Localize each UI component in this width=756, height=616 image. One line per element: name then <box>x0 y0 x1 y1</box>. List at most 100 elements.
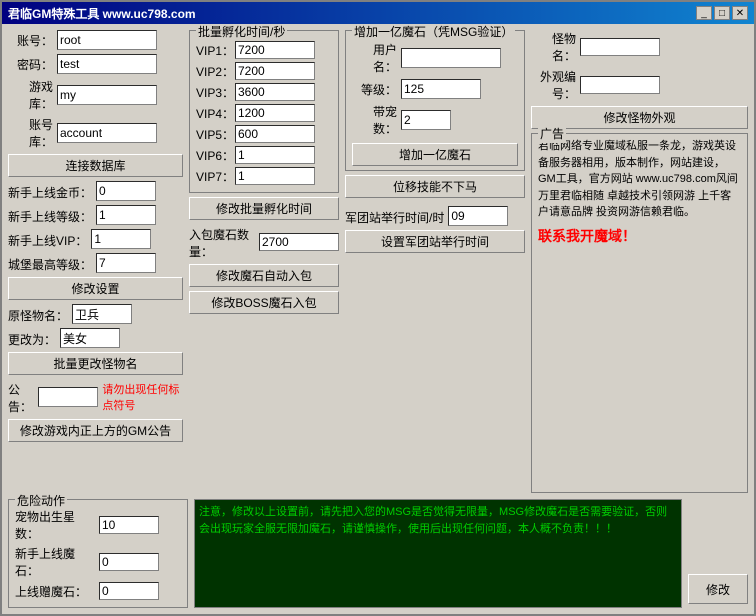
monster-name-row: 怪物名： <box>531 30 748 64</box>
account-row: 账号： <box>8 30 183 50</box>
danger-group: 危险动作 宠物出生星数： 新手上线魔石： 上线赠魔石： <box>8 499 188 608</box>
original-monster-label: 原怪物名： <box>8 307 68 324</box>
ad-text: 君临网络专业魔域私服一条龙，游戏英设备服务器相用，版本制作，网站建设，GM工具，… <box>538 138 741 221</box>
left-column: 账号： 密码： 游戏库： 账号库： 连接数据库 新手上线金币： 新手上线等级： <box>8 30 183 493</box>
vip5-label: VIP5： <box>196 126 231 143</box>
vip3-label: VIP3： <box>196 84 231 101</box>
castle-max-label: 城堡最高等级： <box>8 256 92 273</box>
gamedb-row: 游戏库： <box>8 78 183 112</box>
newbie-vip-input[interactable] <box>91 229 151 249</box>
bottom-area: 危险动作 宠物出生星数： 新手上线魔石： 上线赠魔石： 注意，修改以上设置前，请… <box>2 499 754 614</box>
vip1-input[interactable] <box>235 41 315 59</box>
online-gift-input[interactable] <box>99 582 159 600</box>
change-to-input[interactable] <box>60 328 120 348</box>
monster-name-input[interactable] <box>580 38 660 56</box>
pet-stars-label: 宠物出生星数： <box>15 508 95 542</box>
announce-input[interactable] <box>38 387 98 407</box>
add-magic-group: 增加一亿魔石（凭MSG验证） 用户名： 等级： 带宠数： 增加一亿魔石 <box>345 30 525 171</box>
vip7-row: VIP7： <box>196 167 332 185</box>
newbie-level-row: 新手上线等级： <box>8 205 183 225</box>
vip7-label: VIP7： <box>196 168 231 185</box>
castle-max-input[interactable] <box>96 253 156 273</box>
newbie-level-label: 新手上线等级： <box>8 208 92 225</box>
maximize-button[interactable]: □ <box>714 6 730 20</box>
newbie-vip-row: 新手上线VIP： <box>8 229 183 249</box>
set-army-button[interactable]: 设置军团站举行时间 <box>345 230 525 253</box>
modify-auto-magic-button[interactable]: 修改魔石自动入包 <box>189 264 339 287</box>
password-input[interactable] <box>57 54 157 74</box>
vip4-label: VIP4： <box>196 105 231 122</box>
vip4-row: VIP4： <box>196 104 332 122</box>
announce-row: 公告： 请勿出现任何标点符号 <box>8 379 183 415</box>
newbie-magic-input[interactable] <box>99 553 159 571</box>
online-gift-label: 上线赠魔石： <box>15 583 95 600</box>
batch-change-monster-button[interactable]: 批量更改怪物名 <box>8 352 183 375</box>
middle-column: 批量孵化时间/秒 VIP1： VIP2： VIP3： VIP4： <box>189 30 339 493</box>
accountdb-input[interactable] <box>57 123 157 143</box>
bag-magic-row: 入包魔石数量： <box>189 224 339 260</box>
add-magic-button[interactable]: 增加一亿魔石 <box>352 143 518 166</box>
main-window: 君临GM特殊工具 www.uc798.com _ □ ✕ 账号： 密码： 游戏库… <box>0 0 756 616</box>
newbie-level-input[interactable] <box>96 205 156 225</box>
rm-level-label: 等级： <box>352 81 397 98</box>
monster-name-label: 怪物名： <box>531 30 576 64</box>
castle-max-row: 城堡最高等级： <box>8 253 183 273</box>
ad-title: 广告 <box>538 126 566 143</box>
warning-text: 注意，修改以上设置前，请先把入您的MSG是否觉得无限量，MSG修改魔石是否需要验… <box>199 506 667 535</box>
add-magic-btn-row: 增加一亿魔石 <box>352 143 518 166</box>
account-label: 账号： <box>8 32 53 49</box>
close-button[interactable]: ✕ <box>732 6 748 20</box>
vip6-row: VIP6： <box>196 146 332 164</box>
batch-hatch-title: 批量孵化时间/秒 <box>196 24 287 40</box>
vip7-input[interactable] <box>235 167 315 185</box>
accountdb-row: 账号库： <box>8 116 183 150</box>
rm-pet-label: 带宠数： <box>352 103 397 137</box>
vip3-input[interactable] <box>235 83 315 101</box>
account-input[interactable] <box>57 30 157 50</box>
modify-settings-button[interactable]: 修改设置 <box>8 277 183 300</box>
gamedb-input[interactable] <box>57 85 157 105</box>
original-monster-input[interactable] <box>72 304 132 324</box>
rm-pet-row: 带宠数： <box>352 103 518 137</box>
rightmid-column: 增加一亿魔石（凭MSG验证） 用户名： 等级： 带宠数： 增加一亿魔石 位移技能… <box>345 30 525 493</box>
newbie-magic-row: 新手上线魔石： <box>15 545 181 579</box>
content-area: 账号： 密码： 游戏库： 账号库： 连接数据库 新手上线金币： 新手上线等级： <box>2 24 754 499</box>
vip5-row: VIP5： <box>196 125 332 143</box>
appearance-label: 外观编号： <box>531 68 576 102</box>
connect-db-button[interactable]: 连接数据库 <box>8 154 183 177</box>
vip3-row: VIP3： <box>196 83 332 101</box>
rm-pet-input[interactable] <box>401 110 451 130</box>
minimize-button[interactable]: _ <box>696 6 712 20</box>
vip6-input[interactable] <box>235 146 315 164</box>
modify-announce-button[interactable]: 修改游戏内正上方的GM公告 <box>8 419 183 442</box>
original-monster-row: 原怪物名： <box>8 304 183 324</box>
army-time-input[interactable] <box>448 206 508 226</box>
modify-batch-hatch-button[interactable]: 修改批量孵化时间 <box>189 197 339 220</box>
vip4-input[interactable] <box>235 104 315 122</box>
newbie-vip-label: 新手上线VIP： <box>8 232 87 249</box>
modify-boss-magic-button[interactable]: 修改BOSS魔石入包 <box>189 291 339 314</box>
bag-magic-input[interactable] <box>259 233 339 251</box>
danger-title: 危险动作 <box>15 492 67 509</box>
bag-magic-label: 入包魔石数量： <box>189 226 255 260</box>
army-time-label: 军团站举行时间/时 <box>345 209 444 226</box>
rm-username-input[interactable] <box>401 48 501 68</box>
vip2-input[interactable] <box>235 62 315 80</box>
title-bar: 君临GM特殊工具 www.uc798.com _ □ ✕ <box>2 2 754 24</box>
vip1-label: VIP1： <box>196 42 231 59</box>
transfer-skill-button[interactable]: 位移技能不下马 <box>345 175 525 198</box>
change-to-label: 更改为： <box>8 331 56 348</box>
newbie-gold-row: 新手上线金币： <box>8 181 183 201</box>
appearance-input[interactable] <box>580 76 660 94</box>
batch-hatch-group: 批量孵化时间/秒 VIP1： VIP2： VIP3： VIP4： <box>189 30 339 193</box>
vip5-input[interactable] <box>235 125 315 143</box>
modify-danger-button[interactable]: 修改 <box>688 574 748 604</box>
newbie-gold-input[interactable] <box>96 181 156 201</box>
vip6-label: VIP6： <box>196 147 231 164</box>
gamedb-label: 游戏库： <box>8 78 53 112</box>
pet-stars-input[interactable] <box>99 516 159 534</box>
change-to-row: 更改为： <box>8 328 183 348</box>
vip2-label: VIP2： <box>196 63 231 80</box>
ad-link[interactable]: 联系我开魔域！ <box>538 227 741 247</box>
rm-level-input[interactable] <box>401 79 481 99</box>
